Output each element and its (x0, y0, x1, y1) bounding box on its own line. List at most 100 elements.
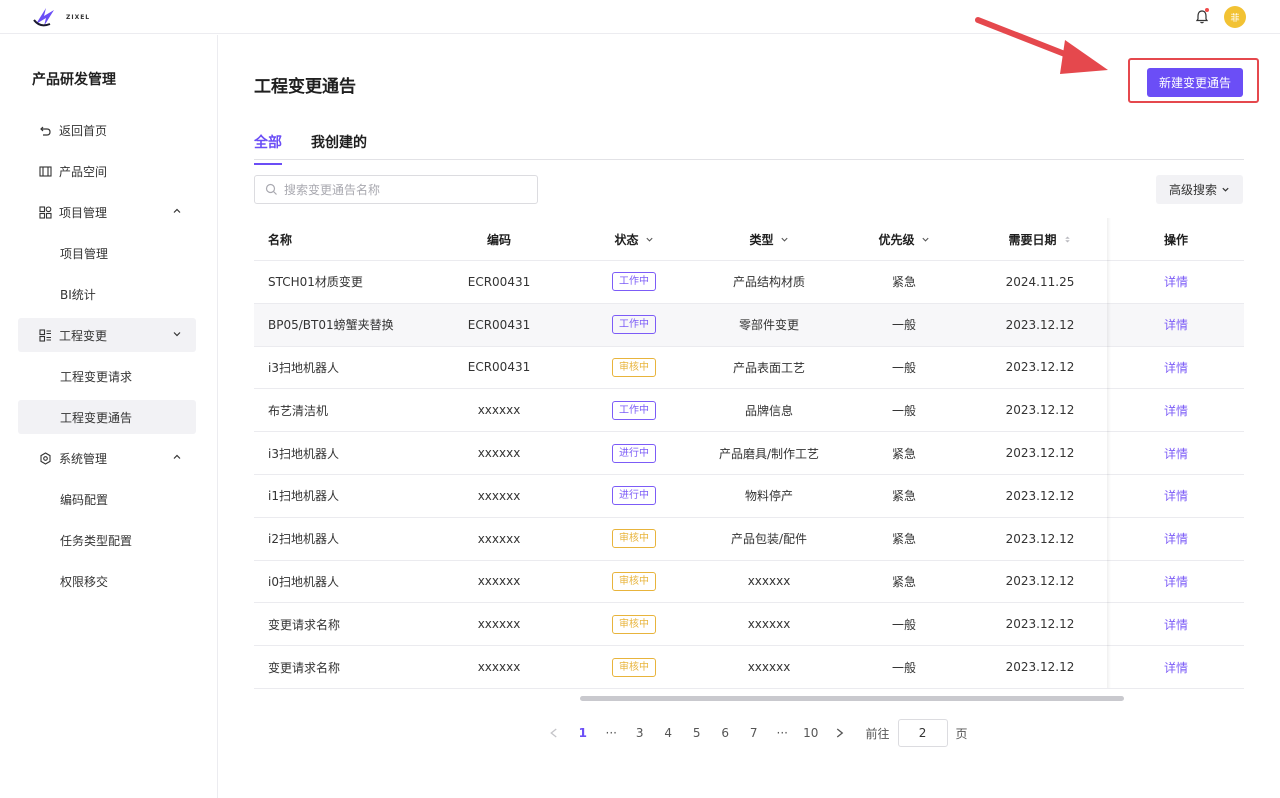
table-row[interactable]: i3扫地机器人 ECR00431 审核中 产品表面工艺 一般 2023.12.12 详情 (254, 347, 1244, 390)
cell-type: xxxxxx (747, 660, 791, 675)
detail-link[interactable]: 详情 (1108, 347, 1244, 389)
page-ellipsis[interactable]: ··· (768, 726, 797, 740)
sidebar-item-engineering-change[interactable]: 工程变更 (18, 318, 196, 352)
tab-created-by-me[interactable]: 我创建的 (311, 132, 367, 152)
cell-priority: 紧急 (891, 489, 916, 504)
header-type[interactable]: 类型 (694, 218, 844, 260)
new-change-notice-button[interactable]: 新建变更通告 (1147, 68, 1243, 97)
sidebar-item-project-mgmt-sub[interactable]: 项目管理 (18, 236, 196, 270)
table-row[interactable]: i1扫地机器人 xxxxxx 进行中 物料停产 紧急 2023.12.12 详情 (254, 475, 1244, 518)
sidebar-item-task-type-config[interactable]: 任务类型配置 (18, 523, 196, 557)
logo-icon (33, 8, 54, 27)
sidebar-item-project-mgmt[interactable]: 项目管理 (18, 195, 196, 229)
table-row[interactable]: 变更请求名称 xxxxxx 审核中 xxxxxx 一般 2023.12.12 详情 (254, 646, 1244, 689)
cell-type: 品牌信息 (744, 403, 793, 418)
cell-date: 2023.12.12 (1005, 574, 1075, 589)
cell-type: 产品结构材质 (732, 275, 805, 290)
detail-link[interactable]: 详情 (1108, 603, 1244, 645)
cell-priority: 一般 (891, 360, 916, 375)
search-input[interactable]: 搜索变更通告名称 (254, 175, 538, 204)
sidebar-item-label: 工程变更 (59, 328, 108, 343)
tab-all[interactable]: 全部 (254, 132, 282, 165)
sort-icon (1064, 236, 1070, 242)
change-notice-table: 名称 编码 状态 类型 优先级 需要日期 操作 STCH01材质变更 ECR004… (254, 218, 1244, 689)
cell-code: xxxxxx (477, 403, 521, 418)
sidebar-item-permission-transfer[interactable]: 权限移交 (18, 564, 196, 598)
table-row[interactable]: i0扫地机器人 xxxxxx 审核中 xxxxxx 紧急 2023.12.12 详情 (254, 561, 1244, 604)
detail-link[interactable]: 详情 (1108, 261, 1244, 303)
sidebar-title: 产品研发管理 (32, 72, 116, 88)
fixed-column-shadow (1107, 218, 1111, 688)
header-date-label: 需要日期 (1008, 232, 1057, 247)
horizontal-scrollbar[interactable] (580, 696, 1124, 701)
cell-code: ECR00431 (467, 360, 531, 375)
cell-priority: 一般 (891, 660, 916, 675)
cell-type: xxxxxx (747, 574, 791, 589)
cell-type: 产品包装/配件 (730, 532, 808, 547)
page-title: 工程变更通告 (254, 77, 356, 97)
cell-type: 物料停产 (744, 489, 793, 504)
avatar[interactable]: 菲 (1224, 6, 1246, 28)
cell-status: 审核中 (584, 518, 684, 560)
advanced-search-button[interactable]: 高级搜索 (1156, 175, 1243, 204)
page-ellipsis[interactable]: ··· (597, 726, 626, 740)
page-number[interactable]: 10 (797, 726, 826, 740)
table-row[interactable]: i2扫地机器人 xxxxxx 审核中 产品包装/配件 紧急 2023.12.12 详情 (254, 518, 1244, 561)
cell-code: ECR00431 (467, 274, 531, 289)
detail-link[interactable]: 详情 (1108, 475, 1244, 517)
cell-date: 2023.12.12 (1005, 446, 1075, 461)
detail-link[interactable]: 详情 (1108, 389, 1244, 431)
cell-date: 2023.12.12 (1005, 660, 1075, 675)
search-icon (265, 183, 277, 195)
sidebar-item-label: 产品空间 (59, 164, 108, 179)
chevron-down-icon (921, 237, 929, 242)
table-row[interactable]: i3扫地机器人 xxxxxx 进行中 产品磨具/制作工艺 紧急 2023.12.12 详情 (254, 432, 1244, 475)
page-number[interactable]: 1 (569, 726, 598, 740)
table-row[interactable]: BP05/BT01螃蟹夹替换 ECR00431 工作中 零部件变更 一般 2023.12.… (254, 303, 1244, 347)
sidebar-item-code-config[interactable]: 编码配置 (18, 482, 196, 516)
table-row[interactable]: STCH01材质变更 ECR00431 工作中 产品结构材质 紧急 2024.11.25 详… (254, 261, 1244, 304)
header-status[interactable]: 状态 (584, 218, 684, 260)
gear-icon (38, 451, 52, 465)
sidebar-item-change-notice[interactable]: 工程变更通告 (18, 400, 196, 434)
detail-link[interactable]: 详情 (1108, 304, 1244, 346)
sidebar-item-label: 项目管理 (60, 246, 109, 261)
app-logo[interactable]: ZIXEL (32, 4, 90, 30)
page-number[interactable]: 5 (683, 726, 712, 740)
table-row[interactable]: 变更请求名称 xxxxxx 审核中 xxxxxx 一般 2023.12.12 详情 (254, 603, 1244, 647)
sidebar-item-product-space[interactable]: 产品空间 (18, 154, 196, 188)
sidebar-item-home[interactable]: 返回首页 (18, 113, 196, 147)
chevron-up-icon (173, 208, 181, 213)
next-page-icon[interactable] (825, 727, 854, 739)
pagination: 1 ··· 3 4 5 6 7 ··· 10 前往 2 页 (540, 719, 968, 747)
cell-priority: 紧急 (891, 532, 916, 547)
table-header: 名称 编码 状态 类型 优先级 需要日期 操作 (254, 218, 1244, 261)
cell-status: 审核中 (584, 603, 684, 645)
table-row[interactable]: 布艺清洁机 xxxxxx 工作中 品牌信息 一般 2023.12.12 详情 (254, 389, 1244, 433)
detail-link[interactable]: 详情 (1108, 646, 1244, 688)
page-number[interactable]: 3 (626, 726, 655, 740)
sidebar-item-system-mgmt[interactable]: 系统管理 (18, 441, 196, 475)
page-number[interactable]: 6 (711, 726, 740, 740)
cell-date: 2023.12.12 (1005, 531, 1075, 546)
header-date[interactable]: 需要日期 (990, 218, 1090, 260)
page-number[interactable]: 7 (740, 726, 769, 740)
detail-link[interactable]: 详情 (1108, 561, 1244, 603)
header-op: 操作 (1163, 232, 1188, 247)
detail-link[interactable]: 详情 (1108, 432, 1244, 474)
cell-priority: 一般 (891, 403, 916, 418)
prev-page-icon[interactable] (540, 727, 569, 739)
sidebar-item-change-request[interactable]: 工程变更请求 (18, 359, 196, 393)
sidebar-item-label: 工程变更请求 (60, 369, 133, 384)
page-number[interactable]: 4 (654, 726, 683, 740)
cell-date: 2023.12.12 (1005, 488, 1075, 503)
goto-page-input[interactable]: 2 (897, 719, 948, 747)
sidebar-item-label: 项目管理 (59, 205, 108, 220)
cell-date: 2023.12.12 (1005, 617, 1075, 632)
detail-link[interactable]: 详情 (1108, 518, 1244, 560)
status-badge: 进行中 (612, 443, 656, 463)
cell-code: xxxxxx (477, 531, 521, 546)
sidebar-item-bi-stats[interactable]: BI统计 (18, 277, 196, 311)
cell-type: 零部件变更 (738, 318, 799, 333)
header-priority[interactable]: 优先级 (854, 218, 954, 260)
